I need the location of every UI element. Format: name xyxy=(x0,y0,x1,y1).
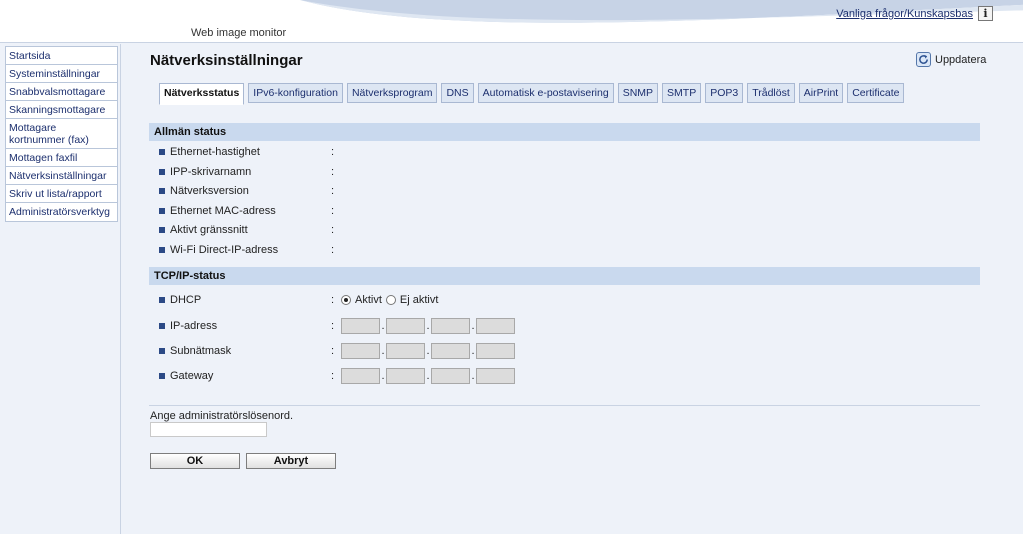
status-row-ethernet-speed: Ethernet-hastighet : xyxy=(159,145,341,159)
tab-smtp[interactable]: SMTP xyxy=(662,83,702,103)
main-content: Nätverksinställningar Uppdatera Nätverks… xyxy=(122,44,1023,534)
header: Web image monitor Vanliga frågor/Kunskap… xyxy=(0,0,1023,43)
subnet-mask-row: Subnätmask : . . . xyxy=(159,342,515,360)
gateway-label: Gateway xyxy=(170,370,214,382)
tab-pop3[interactable]: POP3 xyxy=(705,83,744,103)
status-label: IPP-skrivarnamn xyxy=(170,166,252,178)
sidebar-item-snabbvalsmottagare[interactable]: Snabbvalsmottagare xyxy=(5,82,118,102)
subnet-mask-label: Subnätmask xyxy=(170,345,232,357)
dhcp-active-label: Aktivt xyxy=(355,294,382,306)
tab-tradlost[interactable]: Trådlöst xyxy=(747,83,795,103)
refresh-button[interactable]: Uppdatera xyxy=(916,52,986,67)
sidebar: Startsida Systeminställningar Snabbvalsm… xyxy=(0,44,121,534)
info-icon[interactable]: i xyxy=(978,6,993,21)
colon-separator: : xyxy=(331,244,335,256)
sidebar-item-mottagare-kortnummer[interactable]: Mottagare kortnummer (fax) xyxy=(5,118,118,150)
colon-separator: : xyxy=(331,320,335,332)
app-title: Web image monitor xyxy=(191,27,287,39)
subnet-octet-2[interactable] xyxy=(386,343,425,359)
admin-password-label: Ange administratörslösenord. xyxy=(150,410,294,422)
ip-octet-3[interactable] xyxy=(431,318,470,334)
ip-address-row: IP-adress : . . . xyxy=(159,317,515,335)
page-title: Nätverksinställningar xyxy=(150,52,303,69)
bullet-icon xyxy=(159,227,165,233)
ip-octet-2[interactable] xyxy=(386,318,425,334)
dhcp-inactive-label: Ej aktivt xyxy=(399,294,439,306)
tab-airprint[interactable]: AirPrint xyxy=(798,83,844,103)
bullet-icon xyxy=(159,348,165,354)
colon-separator: : xyxy=(331,345,335,357)
sidebar-item-systeminstallningar[interactable]: Systeminställningar xyxy=(5,64,118,84)
colon-separator: : xyxy=(331,205,335,217)
dhcp-inactive-radio[interactable] xyxy=(385,295,396,305)
tab-automatisk-e-postavisering[interactable]: Automatisk e-postavisering xyxy=(477,83,614,103)
colon-separator: : xyxy=(331,185,335,197)
status-row-wifi-direct-ip: Wi-Fi Direct-IP-adress : xyxy=(159,243,341,257)
tab-ipv6-konfiguration[interactable]: IPv6-konfiguration xyxy=(248,83,343,103)
bullet-icon xyxy=(159,149,165,155)
bullet-icon xyxy=(159,297,165,303)
colon-separator: : xyxy=(331,294,335,306)
gateway-octet-2[interactable] xyxy=(386,368,425,384)
bullet-icon xyxy=(159,188,165,194)
status-row-active-interface: Aktivt gränssnitt : xyxy=(159,223,341,237)
gateway-octet-4[interactable] xyxy=(476,368,515,384)
ip-octet-4[interactable] xyxy=(476,318,515,334)
gateway-octet-1[interactable] xyxy=(341,368,380,384)
dhcp-active-radio[interactable] xyxy=(341,295,351,305)
tab-snmp[interactable]: SNMP xyxy=(617,83,659,103)
subnet-octet-4[interactable] xyxy=(476,343,515,359)
gateway-row: Gateway : . . . xyxy=(159,367,515,385)
ip-address-label: IP-adress xyxy=(170,320,218,332)
bullet-icon xyxy=(159,169,165,175)
bullet-icon xyxy=(159,323,165,329)
dhcp-label: DHCP xyxy=(170,294,202,306)
refresh-label: Uppdatera xyxy=(935,53,987,66)
sidebar-item-startsida[interactable]: Startsida xyxy=(5,46,118,66)
tab-dns[interactable]: DNS xyxy=(441,83,474,103)
tab-bar: Nätverksstatus IPv6-konfiguration Nätver… xyxy=(159,83,905,105)
tab-natverksstatus[interactable]: Nätverksstatus xyxy=(159,83,245,105)
divider xyxy=(149,405,980,406)
tab-certificate[interactable]: Certificate xyxy=(847,83,905,103)
admin-password-input[interactable] xyxy=(150,422,267,437)
ip-octet-1[interactable] xyxy=(341,318,380,334)
sidebar-item-administratorsverktyg[interactable]: Administratörsverktyg xyxy=(5,202,118,222)
subnet-octet-1[interactable] xyxy=(341,343,380,359)
section-heading-tcpip-status: TCP/IP-status xyxy=(149,267,980,285)
subnet-octet-3[interactable] xyxy=(431,343,470,359)
status-row-network-version: Nätverksversion : xyxy=(159,184,341,198)
sidebar-item-skanningsmottagare[interactable]: Skanningsmottagare xyxy=(5,100,118,120)
section-heading-general-status: Allmän status xyxy=(149,123,980,141)
colon-separator: : xyxy=(331,224,335,236)
cancel-button[interactable]: Avbryt xyxy=(246,453,336,469)
bullet-icon xyxy=(159,373,165,379)
dhcp-row: DHCP : Aktivt Ej aktivt xyxy=(159,293,442,307)
status-label: Aktivt gränssnitt xyxy=(170,224,248,236)
sidebar-item-mottagen-faxfil[interactable]: Mottagen faxfil xyxy=(5,148,118,168)
header-swoosh-decoration xyxy=(300,0,1023,23)
faq-link[interactable]: Vanliga frågor/Kunskapsbas xyxy=(836,8,973,20)
status-row-ipp-printer-name: IPP-skrivarnamn : xyxy=(159,165,341,179)
status-label: Ethernet MAC-adress xyxy=(170,205,276,217)
tab-natverksprogram[interactable]: Nätverksprogram xyxy=(346,83,438,103)
gateway-octet-3[interactable] xyxy=(431,368,470,384)
sidebar-item-natverksinstallningar[interactable]: Nätverksinställningar xyxy=(5,166,118,186)
sidebar-item-skriv-ut-lista[interactable]: Skriv ut lista/rapport xyxy=(5,184,118,204)
bullet-icon xyxy=(159,247,165,253)
colon-separator: : xyxy=(331,146,335,158)
ok-button[interactable]: OK xyxy=(150,453,240,469)
status-label: Ethernet-hastighet xyxy=(170,146,260,158)
status-label: Nätverksversion xyxy=(170,185,249,197)
colon-separator: : xyxy=(331,370,335,382)
colon-separator: : xyxy=(331,166,335,178)
refresh-icon xyxy=(916,52,931,67)
status-label: Wi-Fi Direct-IP-adress xyxy=(170,244,279,256)
status-row-mac-address: Ethernet MAC-adress : xyxy=(159,204,341,218)
bullet-icon xyxy=(159,208,165,214)
